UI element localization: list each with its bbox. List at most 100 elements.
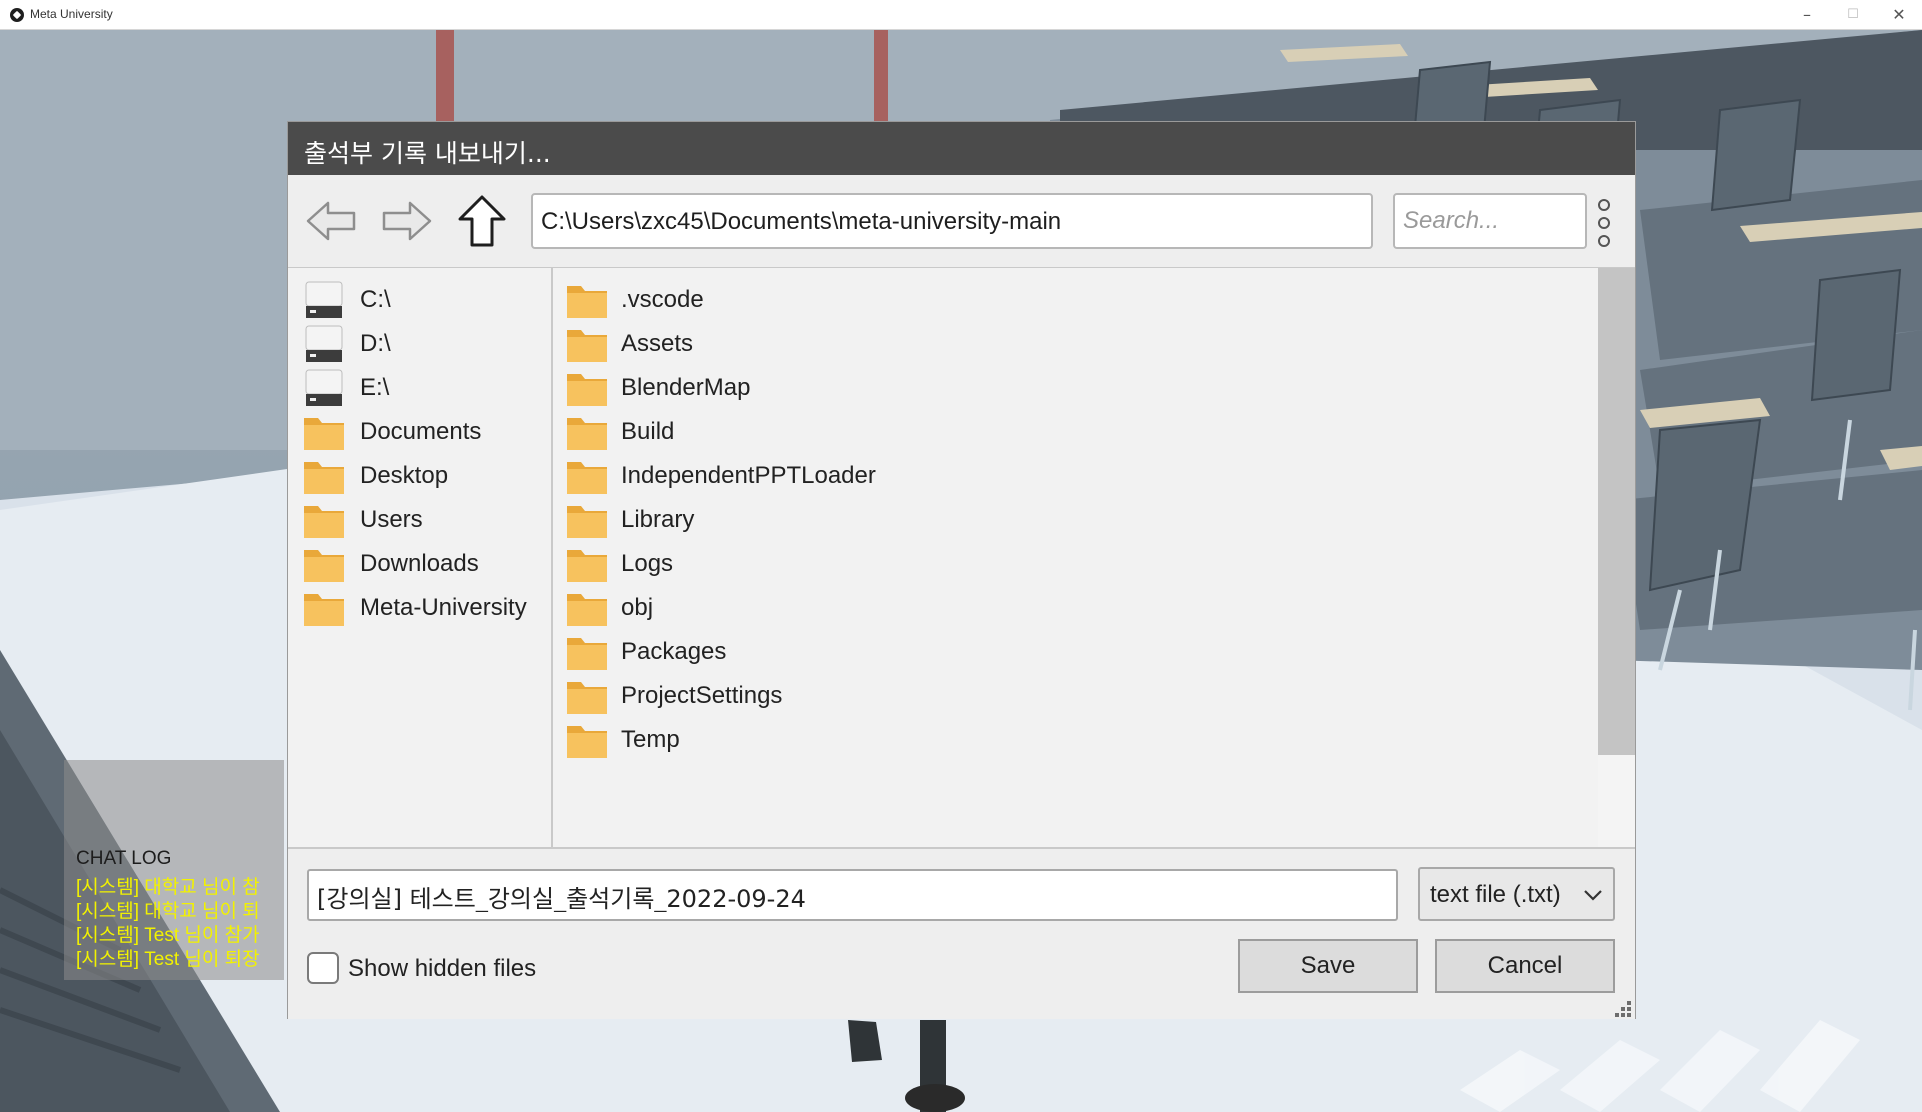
folder-icon: [567, 726, 607, 758]
maximize-button[interactable]: ☐: [1830, 0, 1876, 30]
show-hidden-files-toggle[interactable]: Show hidden files: [307, 950, 587, 986]
dot: [1598, 199, 1610, 211]
sidebar-item-label: Users: [360, 506, 423, 533]
sidebar-item-d-drive[interactable]: D:\: [302, 320, 542, 368]
show-hidden-checkbox[interactable]: [307, 952, 339, 984]
save-button[interactable]: Save: [1238, 939, 1418, 993]
dot: [1598, 235, 1610, 247]
sidebar-item-documents[interactable]: Documents: [302, 408, 542, 456]
chat-log-panel: CHAT LOG [시스템] 대학교 님이 참 [시스템] 대학교 님이 퇴 […: [64, 760, 284, 980]
window-title: Meta University: [30, 7, 113, 21]
filetype-selected: text file (.txt): [1430, 881, 1561, 908]
arrow-right-icon: [382, 201, 432, 241]
file-item-build[interactable]: Build: [565, 408, 1365, 456]
file-item-label: Build: [621, 418, 675, 445]
folder-icon: [304, 418, 344, 450]
minimize-button[interactable]: –: [1784, 0, 1830, 30]
file-item-temp[interactable]: Temp: [565, 716, 1365, 764]
chat-line: [시스템] 대학교 님이 퇴: [76, 901, 260, 922]
file-item-label: obj: [621, 594, 654, 621]
file-item-label: Assets: [621, 330, 694, 357]
folder-icon: [567, 462, 607, 494]
file-item-projectsettings[interactable]: ProjectSettings: [565, 672, 1365, 720]
more-options-icon[interactable]: [1592, 197, 1618, 249]
folder-icon: [304, 506, 344, 538]
file-item-label: Packages: [621, 638, 727, 665]
search-input[interactable]: [1403, 205, 1573, 237]
resize-grip-icon[interactable]: [1611, 997, 1633, 1019]
dialog-toolbar: C:\Users\zxc45\Documents\meta-university…: [288, 175, 1635, 268]
file-item-packages[interactable]: Packages: [565, 628, 1365, 676]
file-item-label: .vscode: [621, 286, 704, 313]
show-hidden-label: Show hidden files: [348, 955, 537, 982]
drive-icon: [305, 369, 343, 406]
filetype-dropdown[interactable]: text file (.txt): [1418, 867, 1615, 921]
file-item-library[interactable]: Library: [565, 496, 1365, 544]
file-item-label: ProjectSettings: [621, 682, 783, 709]
folder-icon: [304, 550, 344, 582]
folder-icon: [567, 330, 607, 362]
sidebar-item-label: Downloads: [360, 550, 479, 577]
sidebar-item-label: Meta-University: [360, 594, 527, 621]
dialog-title: 출석부 기록 내보내기...: [304, 139, 551, 168]
folder-icon: [567, 682, 607, 714]
file-item-label: Logs: [621, 550, 674, 577]
file-item-label: BlenderMap: [621, 374, 751, 401]
file-item-label: Temp: [621, 726, 680, 753]
folder-icon: [304, 462, 344, 494]
file-list: .vscode Assets BlenderMap Build Independ…: [553, 268, 1635, 847]
sidebar-item-label: E:\: [360, 374, 390, 401]
file-item-logs[interactable]: Logs: [565, 540, 1365, 588]
folder-icon: [304, 594, 344, 626]
sidebar-item-label: Desktop: [360, 462, 449, 489]
save-file-dialog: 출석부 기록 내보내기... C:\Users\zxc45\Documents\…: [287, 121, 1636, 1019]
chat-log-title: CHAT LOG: [76, 848, 172, 869]
chevron-down-icon: [1584, 890, 1602, 901]
quick-access-sidebar: C:\ D:\ E:\ Documents Desktop Users Down…: [288, 268, 553, 847]
folder-icon: [567, 594, 607, 626]
folder-icon: [567, 418, 607, 450]
file-item-obj[interactable]: obj: [565, 584, 1365, 632]
sidebar-item-label: C:\: [360, 286, 391, 313]
folder-icon: [567, 374, 607, 406]
forward-button[interactable]: [378, 193, 434, 249]
close-button[interactable]: ✕: [1876, 0, 1922, 30]
folder-icon: [567, 550, 607, 582]
sidebar-item-c-drive[interactable]: C:\: [302, 276, 542, 324]
filename-input[interactable]: [317, 880, 1387, 912]
search-box[interactable]: [1393, 193, 1587, 249]
up-directory-button[interactable]: [454, 193, 510, 249]
path-input[interactable]: C:\Users\zxc45\Documents\meta-university…: [531, 193, 1373, 249]
filename-field[interactable]: [307, 869, 1398, 921]
dialog-header[interactable]: 출석부 기록 내보내기...: [288, 122, 1635, 175]
folder-icon: [567, 286, 607, 318]
sidebar-item-users[interactable]: Users: [302, 496, 542, 544]
file-item-label: IndependentPPTLoader: [621, 462, 876, 489]
cancel-button[interactable]: Cancel: [1435, 939, 1615, 993]
window-titlebar: Meta University – ☐ ✕: [0, 0, 1922, 30]
sidebar-item-meta-university[interactable]: Meta-University: [302, 584, 542, 632]
file-item-vscode[interactable]: .vscode: [565, 276, 1365, 324]
file-item-independentpptloader[interactable]: IndependentPPTLoader: [565, 452, 1365, 500]
drive-icon: [305, 281, 343, 318]
chat-line: [시스템] 대학교 님이 참: [76, 877, 260, 898]
path-text: C:\Users\zxc45\Documents\meta-university…: [541, 208, 1062, 235]
app-logo-icon: [10, 8, 24, 22]
sidebar-item-desktop[interactable]: Desktop: [302, 452, 542, 500]
folder-icon: [567, 506, 607, 538]
chat-line: [시스템] Test 님이 참가: [76, 925, 260, 946]
file-item-blendermap[interactable]: BlenderMap: [565, 364, 1365, 412]
file-item-label: Library: [621, 506, 695, 533]
folder-icon: [567, 638, 607, 670]
arrow-left-icon: [306, 201, 356, 241]
file-item-assets[interactable]: Assets: [565, 320, 1365, 368]
sidebar-item-downloads[interactable]: Downloads: [302, 540, 542, 588]
drive-icon: [305, 325, 343, 362]
sidebar-item-label: Documents: [360, 418, 482, 445]
dialog-footer: text file (.txt) Show hidden files Save …: [288, 847, 1635, 1019]
scrollbar-thumb[interactable]: [1598, 268, 1635, 755]
chat-line: [시스템] Test 님이 퇴장: [76, 949, 260, 970]
back-button[interactable]: [304, 193, 360, 249]
sidebar-item-e-drive[interactable]: E:\: [302, 364, 542, 412]
arrow-up-icon: [458, 195, 506, 247]
